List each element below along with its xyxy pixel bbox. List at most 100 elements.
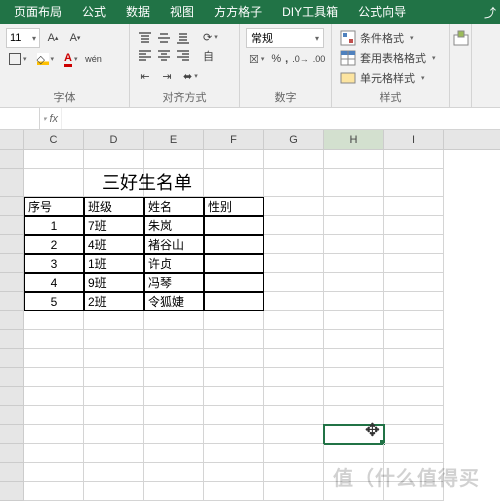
conditional-format-button[interactable]: 条件格式 <box>338 28 443 48</box>
cell[interactable] <box>264 425 324 444</box>
row-header[interactable] <box>0 425 24 444</box>
decrease-font-icon[interactable]: A▾ <box>66 29 84 47</box>
cell-seq[interactable]: 4 <box>24 273 84 292</box>
cell-class[interactable]: 2班 <box>84 292 144 311</box>
accounting-format-button[interactable]: ☒ <box>246 50 267 68</box>
cell-class[interactable]: 9班 <box>84 273 144 292</box>
cell[interactable] <box>264 368 324 387</box>
cell[interactable] <box>84 368 144 387</box>
tab-data[interactable]: 数据 <box>116 0 160 24</box>
border-button[interactable] <box>6 50 30 68</box>
cell[interactable] <box>384 311 444 330</box>
cell[interactable] <box>264 273 324 292</box>
cell[interactable] <box>144 169 204 197</box>
cell[interactable] <box>204 482 264 501</box>
cell[interactable] <box>84 311 144 330</box>
cell[interactable] <box>24 349 84 368</box>
merge-center-button[interactable]: ⬌ <box>180 67 201 85</box>
cell[interactable] <box>324 169 384 197</box>
row-header[interactable] <box>0 150 24 169</box>
cell[interactable] <box>384 463 444 482</box>
cell[interactable] <box>24 311 84 330</box>
cell[interactable] <box>144 368 204 387</box>
cell[interactable] <box>384 482 444 501</box>
cell[interactable] <box>24 444 84 463</box>
col-header-h[interactable]: H <box>324 130 384 149</box>
font-size-select[interactable]: 11 <box>6 28 40 48</box>
cell-class[interactable]: 7班 <box>84 216 144 235</box>
align-center-icon[interactable] <box>155 47 173 63</box>
cell[interactable] <box>324 254 384 273</box>
cell[interactable] <box>24 387 84 406</box>
tab-view[interactable]: 视图 <box>160 0 204 24</box>
cell[interactable] <box>384 292 444 311</box>
number-format-select[interactable]: 常规 <box>246 28 324 48</box>
cell-class[interactable]: 1班 <box>84 254 144 273</box>
align-bottom-icon[interactable] <box>174 30 192 46</box>
tab-page-layout[interactable]: 页面布局 <box>4 0 72 24</box>
cell[interactable] <box>204 330 264 349</box>
row-header[interactable] <box>0 349 24 368</box>
cell[interactable] <box>384 197 444 216</box>
font-color-button[interactable]: A <box>61 50 80 68</box>
orientation-button[interactable]: ⟳ <box>200 28 221 46</box>
cell[interactable] <box>384 254 444 273</box>
table-title[interactable]: 三好生名单 <box>84 169 144 197</box>
cell[interactable] <box>264 330 324 349</box>
cell[interactable] <box>264 311 324 330</box>
percent-style-icon[interactable]: % <box>271 50 281 68</box>
cell[interactable] <box>84 406 144 425</box>
row-header[interactable] <box>0 444 24 463</box>
cell[interactable] <box>264 387 324 406</box>
cell[interactable] <box>204 463 264 482</box>
decrease-indent-icon[interactable]: ⇤ <box>136 67 154 85</box>
cell-name[interactable]: 冯琴 <box>144 273 204 292</box>
tab-formula-guide[interactable]: 公式向导 <box>348 0 416 24</box>
cell[interactable] <box>264 150 324 169</box>
cell[interactable] <box>264 406 324 425</box>
col-header-g[interactable]: G <box>264 130 324 149</box>
cell[interactable] <box>24 150 84 169</box>
cell[interactable] <box>264 254 324 273</box>
cell-seq[interactable]: 3 <box>24 254 84 273</box>
cell[interactable] <box>204 444 264 463</box>
cell[interactable] <box>384 387 444 406</box>
cell-name[interactable]: 褚谷山 <box>144 235 204 254</box>
tab-diy[interactable]: DIY工具箱 <box>272 0 348 24</box>
cell[interactable] <box>384 330 444 349</box>
cell[interactable] <box>384 273 444 292</box>
cell[interactable] <box>204 169 264 197</box>
cell[interactable] <box>84 444 144 463</box>
cell[interactable] <box>264 292 324 311</box>
header-class[interactable]: 班级 <box>84 197 144 216</box>
cell[interactable] <box>144 330 204 349</box>
cell[interactable] <box>144 463 204 482</box>
cell[interactable] <box>384 169 444 197</box>
cell[interactable] <box>84 387 144 406</box>
row-header[interactable] <box>0 463 24 482</box>
cell[interactable] <box>24 406 84 425</box>
cell[interactable] <box>84 482 144 501</box>
cell[interactable] <box>24 463 84 482</box>
cell[interactable] <box>84 330 144 349</box>
cell[interactable] <box>384 444 444 463</box>
cell[interactable] <box>204 425 264 444</box>
row-header[interactable] <box>0 235 24 254</box>
align-top-icon[interactable] <box>136 30 154 46</box>
cell[interactable] <box>324 406 384 425</box>
formula-input[interactable] <box>62 108 500 129</box>
cell[interactable] <box>204 368 264 387</box>
share-icon[interactable]: ⤴ <box>480 4 500 21</box>
header-sex[interactable]: 性别 <box>204 197 264 216</box>
row-header[interactable] <box>0 197 24 216</box>
cell[interactable] <box>144 150 204 169</box>
header-seq[interactable]: 序号 <box>24 197 84 216</box>
cell[interactable] <box>324 463 384 482</box>
cell[interactable] <box>204 150 264 169</box>
row-header[interactable] <box>0 169 24 197</box>
cell[interactable] <box>144 482 204 501</box>
cell[interactable] <box>84 425 144 444</box>
cell-styles-button[interactable]: 单元格样式 <box>338 68 443 88</box>
cell[interactable] <box>264 482 324 501</box>
cell[interactable] <box>324 387 384 406</box>
